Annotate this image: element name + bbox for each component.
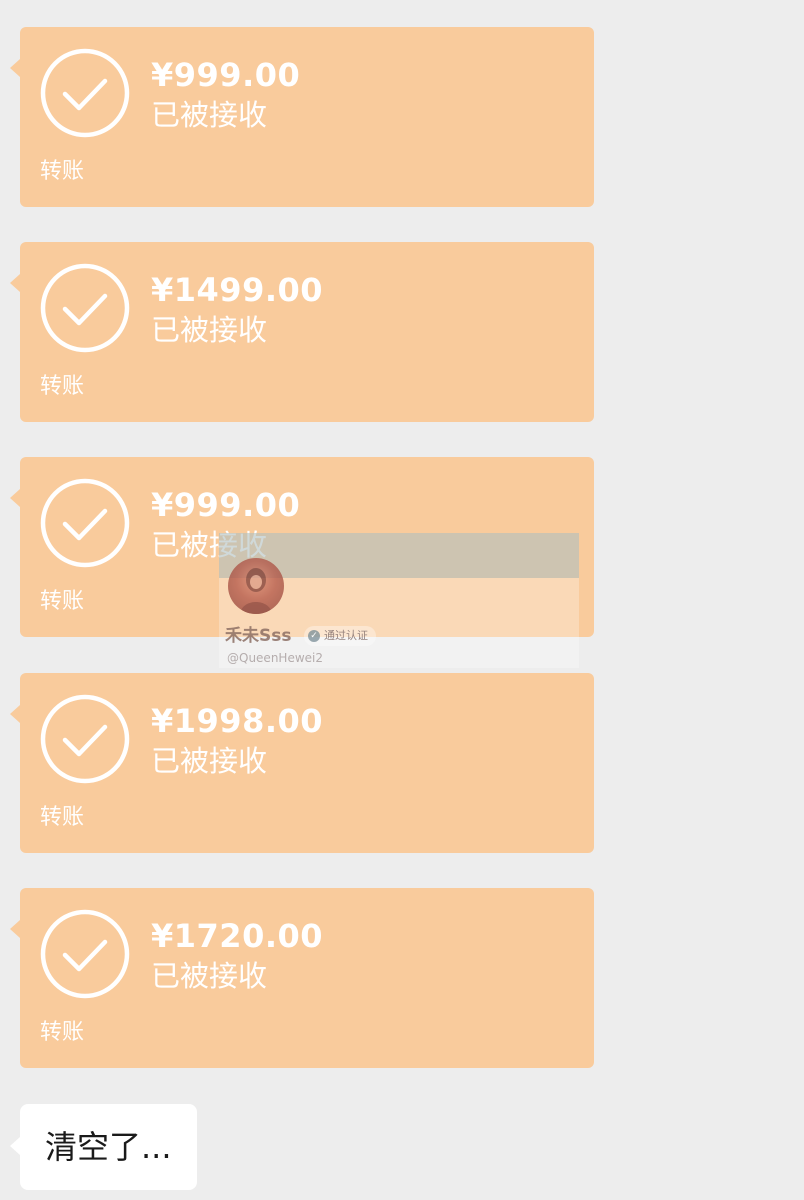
verified-icon: ✓ (308, 630, 320, 642)
watermark-name: 禾未Sss (225, 626, 292, 646)
transfer-status: 已被接收 (151, 313, 268, 347)
transfer-amount: ¥1998.00 (151, 702, 324, 740)
check-circle-icon (40, 263, 130, 353)
transfer-amount: ¥1499.00 (151, 271, 324, 309)
transfer-amount: ¥999.00 (151, 486, 301, 524)
check-circle-icon (40, 478, 130, 568)
verified-badge: ✓ 通过认证 (304, 626, 376, 646)
transfer-type-label: 转账 (40, 805, 85, 830)
transfer-amount: ¥999.00 (151, 56, 301, 94)
transfer-status: 已被接收 (151, 744, 268, 778)
transfer-amount: ¥1720.00 (151, 917, 324, 955)
transfer-type-label: 转账 (40, 159, 85, 184)
check-circle-icon (40, 694, 130, 784)
text-message-bubble[interactable]: 清空了... (10, 1104, 197, 1190)
transfer-status: 已被接收 (151, 98, 268, 132)
transfer-message-card[interactable]: ¥999.00 已被接收 转账 (10, 27, 594, 207)
transfer-status: 已被接收 (151, 959, 268, 993)
transfer-type-label: 转账 (40, 374, 85, 399)
check-circle-icon (40, 909, 130, 999)
transfer-message-card[interactable]: ¥1720.00 已被接收 转账 (10, 888, 594, 1068)
transfer-type-label: 转账 (40, 1020, 85, 1045)
message-text: 清空了... (45, 1128, 172, 1166)
verified-badge-label: 通过认证 (324, 629, 368, 642)
avatar (228, 558, 284, 614)
profile-watermark: 禾未Sss ✓ 通过认证 @QueenHewei2 (219, 533, 579, 668)
check-circle-icon (40, 48, 130, 138)
transfer-type-label: 转账 (40, 589, 85, 614)
watermark-handle: @QueenHewei2 (227, 651, 323, 665)
transfer-message-card[interactable]: ¥1998.00 已被接收 转账 (10, 673, 594, 853)
transfer-message-card[interactable]: ¥1499.00 已被接收 转账 (10, 242, 594, 422)
